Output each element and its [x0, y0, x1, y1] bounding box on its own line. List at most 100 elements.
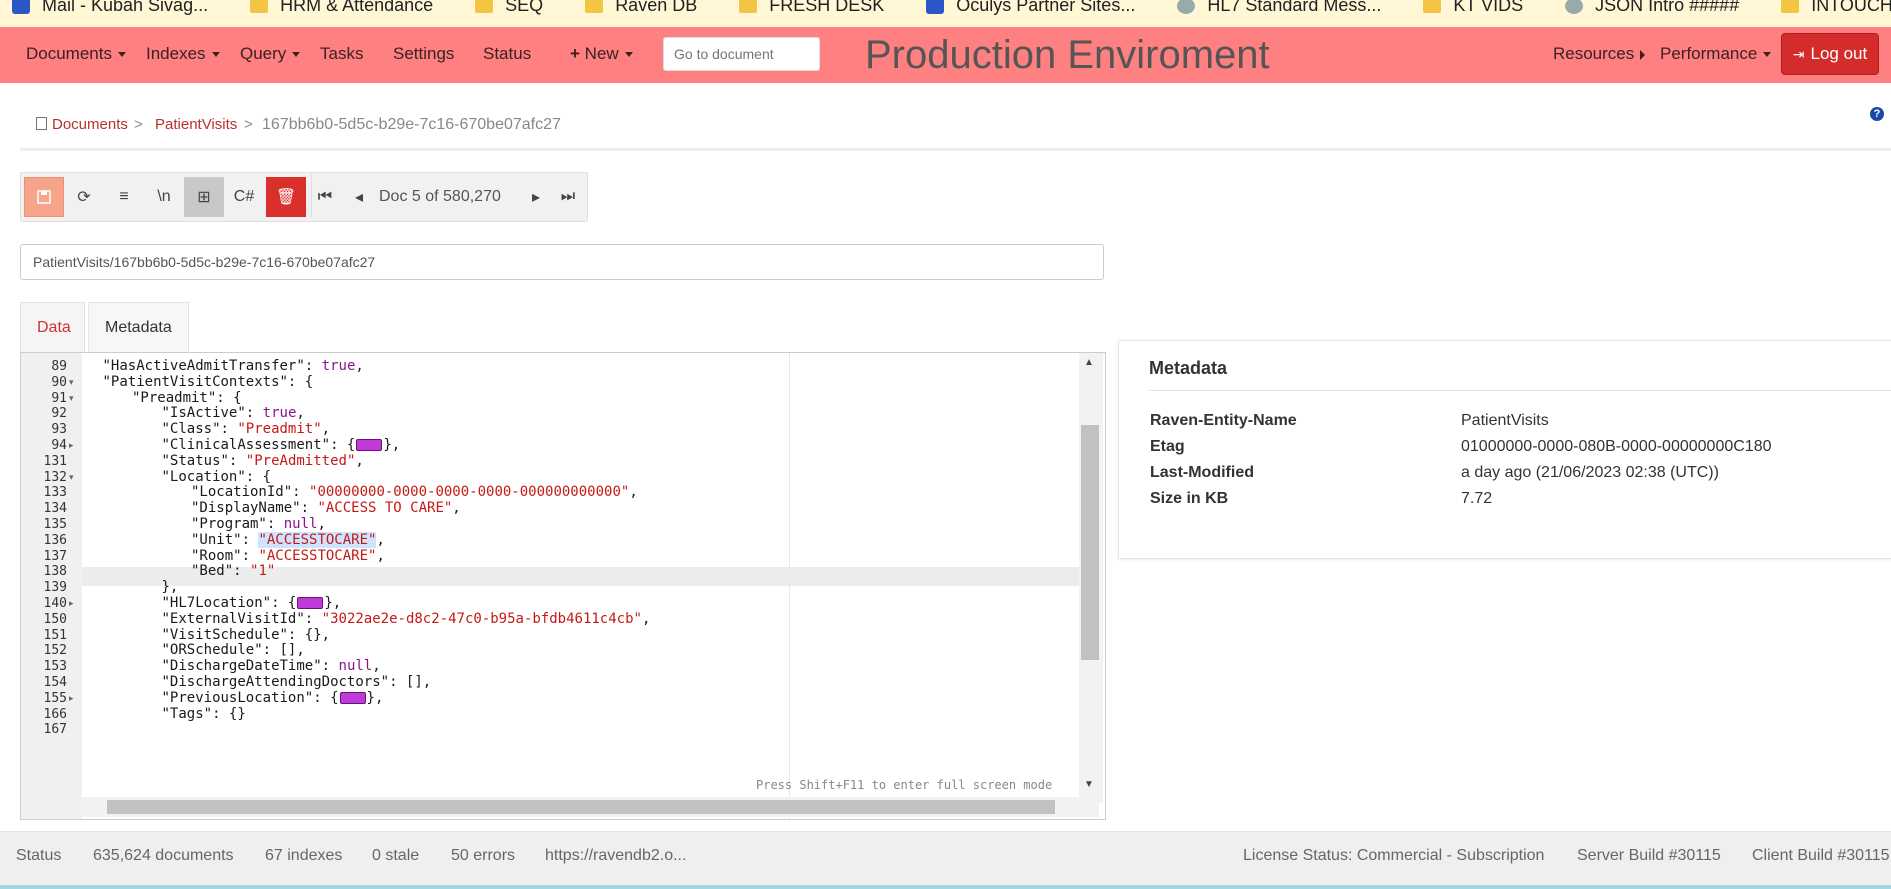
tab-metadata[interactable]: Metadata — [88, 302, 189, 352]
collapsed-object-icon[interactable] — [356, 439, 383, 451]
fold-toggle-icon[interactable]: ▸ — [69, 598, 74, 609]
document-count[interactable]: 635,624 documents — [93, 847, 234, 865]
sign-out-icon: ⇥ — [1792, 45, 1805, 62]
bookmark-item[interactable]: FRESH DESK — [727, 0, 884, 19]
bookmark-item[interactable]: Oculys Partner Sites... — [914, 0, 1135, 19]
delete-button[interactable]: 🗑 — [266, 177, 306, 217]
line-number: 135 — [43, 517, 67, 532]
server-build[interactable]: Server Build #30115 — [1577, 847, 1721, 865]
key-token: , — [321, 421, 331, 438]
client-build[interactable]: Client Build #30115 — [1752, 847, 1890, 865]
server-url[interactable]: https://ravendb2.o... — [545, 847, 686, 865]
document-position: Doc 5 of 580,270 — [379, 188, 501, 205]
vertical-scrollbar-thumb[interactable] — [1081, 425, 1099, 660]
license-status[interactable]: License Status: Commercial - Subscriptio… — [1243, 847, 1544, 865]
bookmark-item[interactable]: Mail - Kubah Sivag... — [0, 0, 208, 19]
refresh-button[interactable]: ⟳ — [64, 177, 104, 217]
scroll-down-icon[interactable]: ▼ — [1084, 779, 1094, 790]
code-line: "ORSchedule": [], — [162, 642, 305, 658]
code-line: "HasActiveAdmitTransfer": true, — [103, 358, 364, 374]
nav-documents[interactable]: Documents — [26, 27, 126, 83]
chevron-down-icon — [211, 52, 220, 58]
nav-resources[interactable]: Resources — [1553, 27, 1651, 83]
key-token: , — [317, 516, 326, 532]
collapse-toggle-button[interactable]: ⊞ — [184, 177, 224, 217]
generate-csharp-button[interactable]: C# — [224, 177, 264, 217]
fold-toggle-icon[interactable]: ▸ — [69, 693, 74, 704]
breadcrumb-collection[interactable]: PatientVisits — [155, 116, 237, 133]
bookmark-label: JSON Intro ##### — [1595, 0, 1740, 15]
code-line: "Class": "Preadmit", — [162, 421, 331, 437]
fold-toggle-icon[interactable]: ▾ — [69, 472, 74, 483]
collapsed-object-icon[interactable] — [339, 691, 366, 704]
code-line: "Program": null, — [191, 516, 326, 532]
bookmark-item[interactable]: HRM & Attendance — [238, 0, 433, 19]
string-token: "ACCESS TO CARE" — [317, 500, 453, 517]
chevron-down-icon — [117, 52, 126, 58]
stale-count[interactable]: 0 stale — [372, 847, 419, 865]
code-line: "Unit": "ACCESSTOCARE", — [191, 531, 385, 548]
key-token: "Unit": — [191, 531, 259, 548]
skip-last-icon: ⏭ — [560, 188, 576, 205]
folder-icon — [250, 0, 269, 13]
sharepoint-icon — [926, 0, 945, 14]
fullscreen-hint: Press Shift+F11 to enter full screen mod… — [756, 778, 1053, 792]
nav-query[interactable]: Query — [240, 27, 301, 83]
bookmark-item[interactable]: HL7 Standard Mess... — [1165, 0, 1381, 19]
line-number: 152 — [43, 643, 67, 659]
json-editor[interactable]: 89 "HasActiveAdmitTransfer": true, 90 ▾ "Pat… — [20, 352, 1106, 820]
bookmark-item[interactable]: Raven DB — [573, 0, 697, 19]
nav-indexes[interactable]: Indexes — [146, 27, 220, 83]
help-icon[interactable]: ? — [1870, 107, 1884, 121]
status-label[interactable]: Status — [16, 847, 61, 865]
key-token: "Room": — [191, 547, 259, 564]
index-count[interactable]: 67 indexes — [265, 847, 342, 865]
key-token: "Location": { — [161, 468, 272, 485]
key-token: , — [376, 531, 385, 548]
last-document-button[interactable]: ⏭ — [551, 177, 585, 217]
folder-icon — [585, 0, 604, 13]
bookmark-item[interactable]: KT VIDS — [1411, 0, 1523, 19]
nav-status[interactable]: Status — [483, 27, 531, 83]
fold-toggle-icon[interactable]: ▸ — [69, 440, 74, 451]
line-number: 94 — [51, 438, 67, 453]
line-number: 153 — [43, 659, 67, 675]
previous-document-button[interactable]: ◂ — [341, 177, 377, 217]
key-token: "DisplayName": — [191, 500, 318, 517]
code-line: "LocationId": "00000000-0000-0000-0000-0… — [191, 484, 638, 500]
next-document-button[interactable]: ▸ — [519, 177, 553, 217]
toggle-newlines-button[interactable]: \n — [144, 177, 184, 217]
nav-indexes-label: Indexes — [146, 44, 206, 63]
fold-toggle-icon[interactable]: ▾ — [69, 393, 74, 404]
metadata-value: PatientVisits — [1461, 412, 1549, 429]
nav-performance[interactable]: Performance — [1660, 27, 1772, 83]
code-line: "HL7Location": {}, — [162, 595, 342, 611]
fold-toggle-icon[interactable]: ▾ — [69, 377, 74, 388]
tab-data[interactable]: Data — [20, 302, 85, 352]
error-count[interactable]: 50 errors — [451, 847, 515, 865]
logout-button[interactable]: ⇥ Log out — [1781, 33, 1879, 75]
string-token: "ACCESSTOCARE" — [258, 531, 377, 548]
horizontal-scrollbar-thumb[interactable] — [107, 800, 1055, 814]
go-to-document-input[interactable] — [663, 37, 820, 71]
bookmark-item[interactable]: SEQ — [463, 0, 543, 19]
chevron-down-icon — [624, 52, 633, 58]
bookmark-item[interactable]: JSON Intro ##### — [1553, 0, 1739, 19]
literal-token: null — [338, 658, 373, 675]
bookmark-label: Mail - Kubah Sivag... — [42, 0, 209, 15]
first-document-button[interactable]: ⏮ — [307, 177, 343, 217]
breadcrumb-documents[interactable]: Documents — [52, 116, 128, 133]
collapsed-object-icon[interactable] — [297, 597, 324, 609]
bookmark-item[interactable]: INTOUCH OZ — [1769, 0, 1891, 19]
mail-icon — [12, 0, 30, 14]
save-icon — [37, 190, 51, 204]
key-token: , — [355, 358, 364, 374]
save-button[interactable] — [24, 177, 64, 217]
nav-settings[interactable]: Settings — [393, 27, 454, 83]
format-button[interactable]: ≡ — [104, 177, 144, 217]
code-line: "DischargeDateTime": null, — [162, 658, 381, 674]
nav-new[interactable]: + New — [570, 27, 633, 83]
nav-tasks[interactable]: Tasks — [320, 27, 363, 83]
scroll-up-icon[interactable]: ▲ — [1084, 357, 1094, 368]
document-id-input[interactable] — [20, 244, 1104, 280]
